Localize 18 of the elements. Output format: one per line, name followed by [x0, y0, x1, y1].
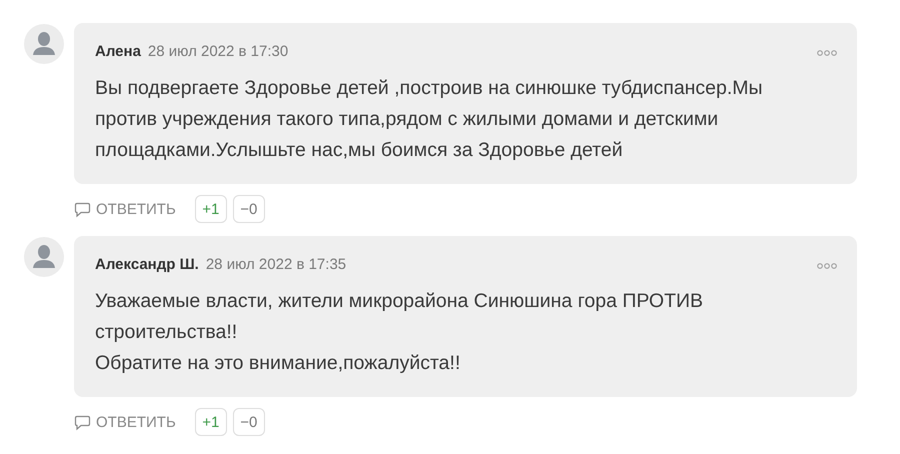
more-icon[interactable]	[817, 263, 837, 269]
speech-bubble-icon	[74, 200, 91, 218]
comment-date: 28 июл 2022 в 17:30	[148, 43, 288, 60]
more-icon[interactable]	[817, 50, 837, 56]
author-name: Александр Ш.	[95, 256, 199, 273]
author-name: Алена	[95, 43, 141, 60]
upvote-button[interactable]: +1	[194, 195, 227, 223]
reply-button[interactable]: ОТВЕТИТЬ	[74, 200, 176, 218]
speech-bubble-icon	[74, 414, 91, 430]
comment-text: Уважаемые власти, жители микрорайона Синюшина гора ПРОТИВ строительства!! Обратите на это внимание,пожалуйста!!	[95, 289, 704, 376]
avatar-icon	[24, 24, 64, 64]
downvote-button[interactable]: −0	[232, 408, 265, 436]
upvote-button[interactable]: +1	[194, 408, 227, 436]
downvote-button[interactable]: −0	[232, 195, 265, 223]
reply-button[interactable]: ОТВЕТИТЬ	[74, 414, 176, 430]
comment-date: 28 июл 2022 в 17:35	[206, 256, 346, 273]
comment-text: Вы подвергаете Здоровье детей ,построив на синюшке тубдиспансер.Мы против учреждения такого типа,рядом с жилыми домами и детскими площадками.Услышьте нас,мы боимся за Здоровье детей	[95, 76, 764, 163]
avatar-icon	[24, 237, 64, 277]
